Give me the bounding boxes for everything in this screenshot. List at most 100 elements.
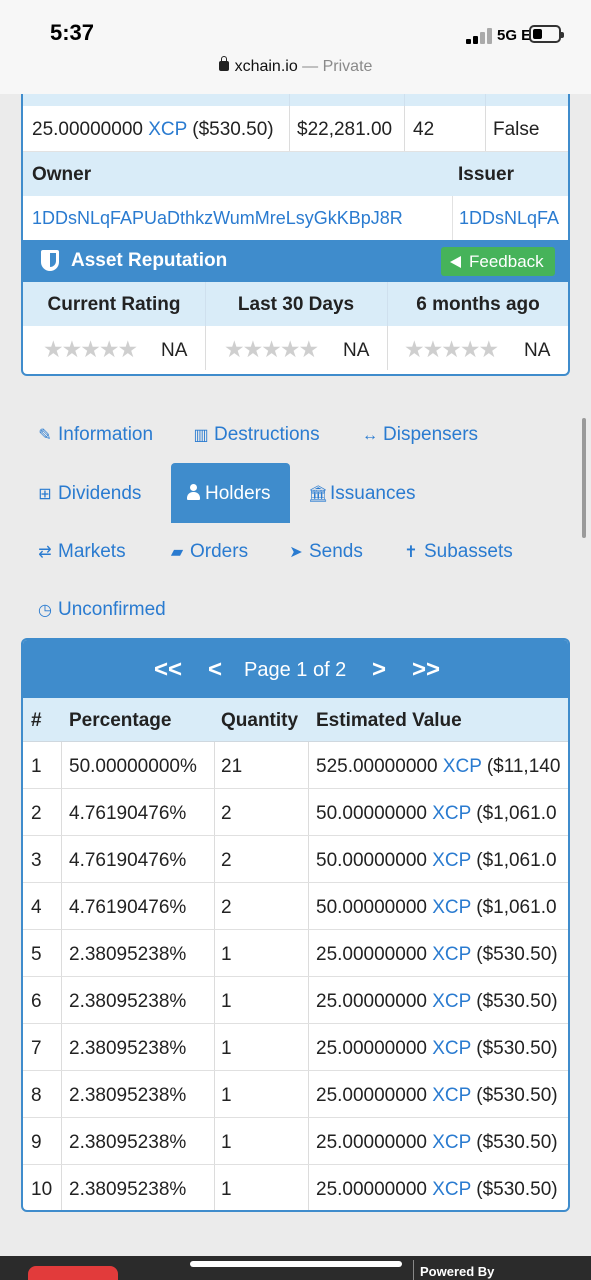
private-label: — Private — [302, 58, 373, 75]
holders-table-body: 1 50.00000000% 21 525.00000000 XCP ($11,140… — [23, 742, 568, 1210]
last-30-days-header: Last 30 Days — [237, 294, 355, 315]
prev-page-button[interactable]: < — [208, 656, 222, 684]
holders-count-cell: 42 — [413, 119, 435, 140]
owner-address-link[interactable]: 1DDsNLqFAPUaDthkzWumMreLsyGkKBpJ8R — [32, 208, 403, 229]
book-icon: ▰ — [170, 544, 184, 561]
current-rating-header: Current Rating — [47, 294, 181, 315]
pagination-bar: << < Page 1 of 2 > >> — [23, 640, 568, 698]
row-estimated-value: 525.00000000 XCP ($11,140 — [316, 756, 561, 777]
last-30-days-value: NA — [343, 340, 370, 361]
row-estimated-value: 50.00000000 XCP ($1,061.0 — [316, 803, 557, 824]
row-number: 5 — [31, 944, 42, 965]
megaphone-icon — [450, 256, 461, 268]
url-bar[interactable]: xchain.io — Private — [0, 56, 591, 94]
xcp-link[interactable]: XCP — [432, 1179, 471, 1200]
exchange-icon: ⇄ — [38, 544, 52, 561]
tab-dispensers[interactable]: ↔ Dispensers — [361, 424, 478, 446]
signal-icon — [466, 28, 494, 44]
row-percentage: 2.38095238% — [69, 1085, 187, 1106]
locked-cell: False — [493, 119, 540, 140]
tab-issuances[interactable]: 🏛Issuances — [308, 483, 416, 505]
table-row: 9 2.38095238% 1 25.00000000 XCP ($530.50) — [23, 1118, 568, 1165]
rating-header-row: Current Rating Last 30 Days 6 months ago — [23, 282, 568, 326]
paperclip-icon: ✎ — [38, 427, 52, 444]
row-number: 6 — [31, 991, 42, 1012]
holders-panel: << < Page 1 of 2 > >> # Percentage Quant… — [21, 638, 570, 1212]
first-page-button[interactable]: << — [154, 656, 182, 684]
row-quantity: 1 — [221, 1132, 232, 1153]
table-row: 6 2.38095238% 1 25.00000000 XCP ($530.50) — [23, 977, 568, 1024]
row-quantity: 2 — [221, 850, 232, 871]
row-percentage: 4.76190476% — [69, 803, 187, 824]
row-estimated-value: 25.00000000 XCP ($530.50) — [316, 1132, 558, 1153]
xcp-link[interactable]: XCP — [148, 119, 187, 140]
row-quantity: 21 — [221, 756, 243, 777]
row-percentage: 2.38095238% — [69, 1132, 187, 1153]
row-estimated-value: 25.00000000 XCP ($530.50) — [316, 1038, 558, 1059]
xcp-link[interactable]: XCP — [432, 850, 471, 871]
xcp-link[interactable]: XCP — [432, 991, 471, 1012]
xcp-link[interactable]: XCP — [432, 803, 471, 824]
tab-orders[interactable]: ▰ Orders — [168, 541, 248, 563]
issuer-label: Issuer — [458, 164, 514, 185]
tab-sends[interactable]: ➤ Sends — [287, 541, 363, 563]
table-row: 7 2.38095238% 1 25.00000000 XCP ($530.50) — [23, 1024, 568, 1071]
feedback-button[interactable]: Feedback — [441, 247, 555, 276]
table-row: 8 2.38095238% 1 25.00000000 XCP ($530.50) — [23, 1071, 568, 1118]
clock-icon: ◷ — [38, 602, 52, 619]
row-number: 10 — [31, 1179, 53, 1200]
user-icon — [186, 484, 200, 500]
row-estimated-value: 50.00000000 XCP ($1,061.0 — [316, 850, 557, 871]
shield-icon — [41, 250, 59, 271]
tab-unconfirmed[interactable]: ◷ Unconfirmed — [36, 599, 166, 621]
row-percentage: 2.38095238% — [69, 1179, 187, 1200]
star-rating-icon: ★★★★★ — [404, 336, 499, 362]
xcp-link[interactable]: XCP — [432, 944, 471, 965]
rating-values-row: ★★★★★ NA ★★★★★ NA ★★★★★ NA — [23, 326, 568, 370]
xcp-link[interactable]: XCP — [443, 756, 482, 777]
page-scrollbar[interactable] — [582, 418, 586, 538]
star-rating-icon: ★★★★★ — [224, 336, 319, 362]
feedback-label: Feedback — [469, 252, 544, 271]
tab-dividends[interactable]: ⊞ Dividends — [36, 483, 141, 505]
tab-information[interactable]: ✎ Information — [36, 424, 153, 446]
xcp-link[interactable]: XCP — [432, 897, 471, 918]
row-estimated-value: 50.00000000 XCP ($1,061.0 — [316, 897, 557, 918]
row-quantity: 1 — [221, 1179, 232, 1200]
child-icon: ✝ — [404, 544, 418, 561]
current-rating-value: NA — [161, 340, 188, 361]
network-type: 5G E — [497, 27, 532, 44]
xcp-link[interactable]: XCP — [432, 1132, 471, 1153]
row-quantity: 1 — [221, 1038, 232, 1059]
row-quantity: 1 — [221, 1085, 232, 1106]
sitemap-icon: ⊞ — [38, 486, 52, 503]
table-row: 5 2.38095238% 1 25.00000000 XCP ($530.50) — [23, 930, 568, 977]
six-months-header: 6 months ago — [416, 294, 540, 315]
row-percentage: 4.76190476% — [69, 897, 187, 918]
tab-holders[interactable]: Holders — [171, 463, 290, 523]
star-rating-icon: ★★★★★ — [43, 336, 138, 362]
footer-logo — [28, 1266, 118, 1280]
trash-icon: ▥ — [193, 427, 209, 444]
row-percentage: 50.00000000% — [69, 756, 197, 777]
row-percentage: 2.38095238% — [69, 991, 187, 1012]
status-bar: 5:37 5G E — [0, 0, 591, 58]
row-number: 1 — [31, 756, 42, 777]
next-page-button[interactable]: > — [372, 656, 386, 684]
issuer-address-link[interactable]: 1DDsNLqFA — [459, 208, 559, 229]
holders-table-header: # Percentage Quantity Estimated Value — [23, 698, 568, 742]
row-number: 4 — [31, 897, 42, 918]
row-percentage: 4.76190476% — [69, 850, 187, 871]
asset-reputation-bar: Asset Reputation Feedback — [23, 240, 568, 282]
row-estimated-value: 25.00000000 XCP ($530.50) — [316, 991, 558, 1012]
row-quantity: 2 — [221, 803, 232, 824]
xcp-link[interactable]: XCP — [432, 1085, 471, 1106]
last-page-button[interactable]: >> — [412, 656, 440, 684]
col-quantity: Quantity — [221, 710, 299, 731]
xcp-link[interactable]: XCP — [432, 1038, 471, 1059]
reputation-title: Asset Reputation — [71, 250, 228, 271]
tab-destructions[interactable]: ▥ Destructions — [192, 424, 319, 446]
tab-markets[interactable]: ⇄ Markets — [36, 541, 125, 563]
row-number: 2 — [31, 803, 42, 824]
tab-subassets[interactable]: ✝ Subassets — [402, 541, 512, 563]
